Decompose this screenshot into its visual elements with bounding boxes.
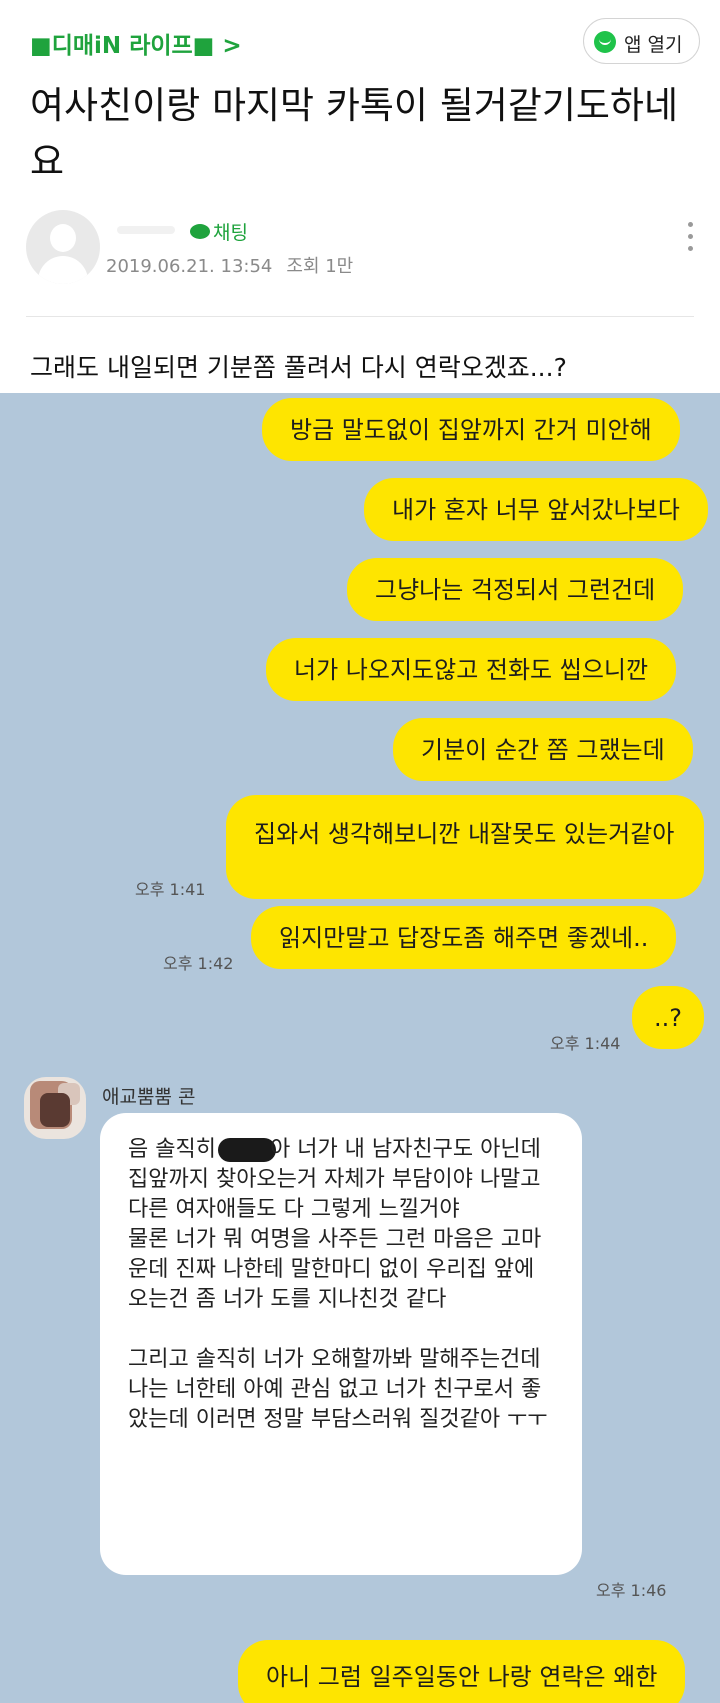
chat-bubble-icon xyxy=(190,224,210,239)
received-paragraph: 그리고 솔직히 너가 오해할까봐 말해주는건데 나는 너한테 아예 관심 없고 … xyxy=(128,1347,548,1432)
divider xyxy=(26,316,694,317)
sent-message: ..? xyxy=(632,986,704,1049)
message-time: 오후 1:46 xyxy=(596,1581,667,1600)
sent-message: 읽지만말고 답장도좀 해주면 좋겠네.. xyxy=(251,906,677,969)
sent-message: 집와서 생각해보니깐 내잘못도 있는거같아 xyxy=(226,795,704,899)
post-title: 여사친이랑 마지막 카톡이 될거같기도하네요 xyxy=(30,84,679,183)
censored-name-mark xyxy=(217,1138,276,1162)
sender-name: 애교뿜뿜 콘 xyxy=(102,1086,196,1108)
sent-message: 너가 나오지도않고 전화도 씹으니깐 xyxy=(266,638,677,701)
post-views: 조회 1만 xyxy=(286,256,354,277)
received-paragraph: 물론 너가 뭐 여명을 사주든 그런 마음은 고마운데 진짜 나한테 말한마디 … xyxy=(128,1227,542,1312)
board-name: 채팅 xyxy=(213,222,248,244)
more-options-icon[interactable] xyxy=(686,222,694,256)
received-paragraph: 음 솔직히 아 너가 내 남자친구도 아닌데 집앞까지 찾아오는거 자체가 부담이… xyxy=(128,1137,541,1222)
message-time: 오후 1:41 xyxy=(135,880,206,899)
author-avatar[interactable] xyxy=(26,210,100,284)
post-date: 2019.06.21. 13:54 xyxy=(106,256,273,277)
cafe-name-link[interactable]: ■디매iN 라이프■ > xyxy=(30,26,242,60)
avatar-body-shape xyxy=(38,256,88,284)
post-meta: 2019.06.21. 13:54 조회 1만 xyxy=(106,252,353,278)
author-name-blurred xyxy=(117,226,175,234)
message-time: 오후 1:42 xyxy=(163,954,234,973)
avatar-head-shape xyxy=(50,224,76,252)
sent-message: 방금 말도없이 집앞까지 간거 미안해 xyxy=(262,398,680,461)
sent-message: 그냥나는 걱정되서 그런건데 xyxy=(347,558,684,621)
top-bar: ■디매iN 라이프■ > 앱 열기 xyxy=(0,0,720,80)
board-link[interactable]: 채팅 xyxy=(190,218,248,245)
sent-message: 내가 혼자 너무 앞서갔나보다 xyxy=(364,478,708,541)
received-message: 음 솔직히 아 너가 내 남자친구도 아닌데 집앞까지 찾아오는거 자체가 부담이… xyxy=(100,1113,582,1575)
sent-message: 기분이 순간 쫌 그랬는데 xyxy=(393,718,693,781)
app-logo-icon xyxy=(594,31,616,53)
post-body-text: 그래도 내일되면 기분쫌 풀려서 다시 연락오겠죠...? xyxy=(30,353,567,382)
open-app-button[interactable]: 앱 열기 xyxy=(583,18,700,64)
open-app-label: 앱 열기 xyxy=(624,34,683,56)
sent-message-partial: 아니 그럼 일주일동안 나랑 연락은 왜한 xyxy=(238,1640,686,1703)
message-time: 오후 1:44 xyxy=(550,1034,621,1053)
sender-avatar[interactable] xyxy=(24,1077,86,1139)
